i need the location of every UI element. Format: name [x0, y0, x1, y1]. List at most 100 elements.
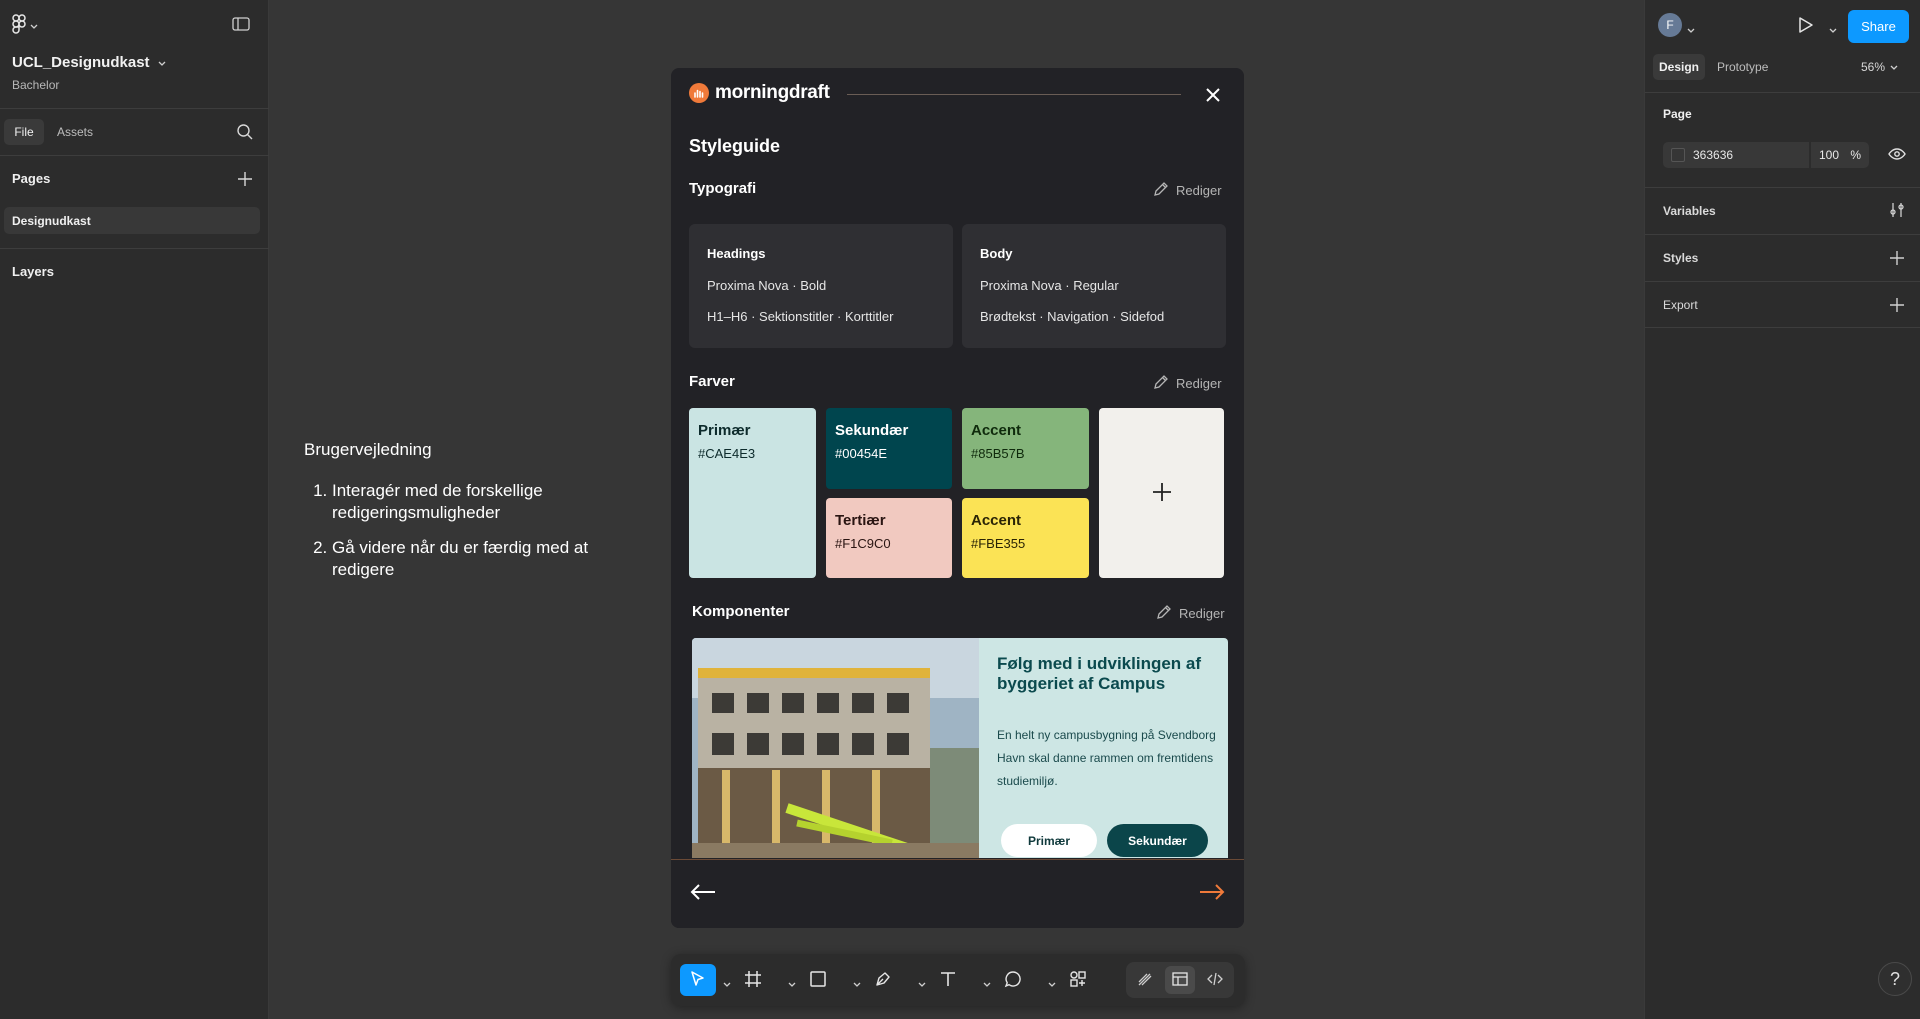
color-swatch-primaer[interactable]: Primær #CAE4E3: [689, 408, 816, 578]
pen-icon: [874, 970, 892, 991]
user-guide-step: Gå videre når du er færdig med at redige…: [332, 537, 612, 581]
eye-icon[interactable]: [1888, 147, 1906, 164]
main-menu-button[interactable]: [12, 13, 52, 37]
typography-card-font: Proxima Nova · Regular: [980, 278, 1119, 293]
project-name: Bachelor: [12, 78, 60, 92]
comment-tool-button[interactable]: [995, 964, 1031, 996]
color-swatch-accent-yellow[interactable]: Accent #FBE355: [962, 498, 1089, 578]
figma-logo-icon: [12, 13, 26, 37]
add-style-icon[interactable]: [1889, 250, 1905, 269]
sidebar-toggle-icon[interactable]: [232, 17, 252, 33]
typography-card-headings: Headings Proxima Nova · Bold H1–H6 · Sek…: [689, 224, 953, 348]
tab-file[interactable]: File: [4, 119, 44, 145]
edit-label: Rediger: [1176, 183, 1222, 198]
page-fill-opacity: 100: [1819, 148, 1840, 162]
zoom-menu[interactable]: 56%: [1861, 54, 1898, 80]
styleguide-frame[interactable]: morningdraft Styleguide Typografi Redige…: [671, 68, 1244, 928]
page-fill-hex: 363636: [1693, 148, 1734, 162]
chevron-down-icon[interactable]: [853, 976, 861, 987]
pencil-icon: [1153, 374, 1169, 393]
frame-tool-button[interactable]: [735, 964, 771, 996]
user-guide-title: Brugervejledning: [304, 440, 432, 459]
component-card: Følg med i udviklingen af byggeriet af C…: [692, 638, 1228, 858]
plus-icon: [1151, 481, 1173, 506]
frame-icon: [744, 970, 762, 991]
text-icon: [939, 970, 957, 991]
pencil-icon: [1156, 604, 1172, 623]
draw-mode-button[interactable]: [1130, 966, 1160, 994]
variables-heading: Variables: [1663, 204, 1716, 218]
typography-card-usage: H1–H6 · Sektionstitler · Korttitler: [707, 309, 894, 324]
arrow-right-icon[interactable]: [1198, 881, 1226, 903]
chevron-down-icon[interactable]: [1687, 22, 1695, 37]
add-page-icon[interactable]: [236, 170, 254, 188]
chevron-down-icon[interactable]: [983, 976, 991, 987]
divider: [0, 155, 269, 156]
page-fill-opacity-field[interactable]: 100 %: [1811, 142, 1869, 168]
arrow-left-icon[interactable]: [689, 881, 717, 903]
swatch-hex: #85B57B: [971, 446, 1025, 461]
add-color-button[interactable]: [1099, 408, 1224, 578]
avatar[interactable]: F: [1658, 13, 1682, 37]
color-swatch-accent-green[interactable]: Accent #85B57B: [962, 408, 1089, 489]
typography-card-title: Headings: [707, 246, 766, 261]
tab-assets[interactable]: Assets: [57, 119, 93, 145]
color-chip: [1671, 148, 1685, 162]
divider: [0, 248, 269, 249]
edit-label: Rediger: [1176, 376, 1222, 391]
header-divider: [847, 94, 1181, 95]
shape-tool-button[interactable]: [800, 964, 836, 996]
pen-tool-button[interactable]: [865, 964, 901, 996]
help-button[interactable]: ?: [1878, 962, 1912, 996]
divider: [1645, 92, 1920, 93]
export-heading: Export: [1663, 298, 1698, 312]
color-swatch-tertiaer[interactable]: Tertiær #F1C9C0: [826, 498, 952, 578]
divider: [0, 108, 269, 109]
edit-typography-button[interactable]: Rediger: [1153, 181, 1222, 200]
text-tool-button[interactable]: [930, 964, 966, 996]
user-guide-steps: Interagér med de forskellige redigerings…: [312, 480, 612, 594]
bottom-toolbar: [671, 954, 1245, 1006]
pages-heading: Pages: [12, 171, 51, 186]
component-card-text: En helt ny campusbygning på Svendborg Ha…: [997, 728, 1216, 788]
divider: [1645, 327, 1920, 328]
section-title-komponenter: Komponenter: [692, 603, 790, 620]
secondary-button[interactable]: Sekundær: [1107, 824, 1208, 857]
chevron-down-icon[interactable]: [918, 976, 926, 987]
edit-colors-button[interactable]: Rediger: [1153, 374, 1222, 393]
design-mode-button[interactable]: [1165, 966, 1195, 994]
typography-card-font: Proxima Nova · Bold: [707, 278, 827, 293]
sunrise-icon: [689, 83, 709, 103]
file-name-menu[interactable]: UCL_Designudkast: [12, 54, 166, 71]
page-fill-color-field[interactable]: 363636: [1663, 142, 1809, 168]
tab-prototype[interactable]: Prototype: [1717, 54, 1768, 80]
color-swatch-sekundaer[interactable]: Sekundær #00454E: [826, 408, 952, 489]
brand-logo: morningdraft: [689, 82, 830, 104]
primary-button[interactable]: Primær: [1001, 824, 1097, 857]
chevron-down-icon[interactable]: [723, 976, 731, 987]
comment-icon: [1004, 970, 1022, 991]
divider: [1645, 281, 1920, 282]
move-tool-button[interactable]: [680, 964, 716, 996]
actions-tool-button[interactable]: [1060, 964, 1096, 996]
divider: [1645, 234, 1920, 235]
search-icon[interactable]: [236, 123, 254, 141]
tab-design[interactable]: Design: [1653, 54, 1705, 80]
swatch-hex: #F1C9C0: [835, 536, 891, 551]
variables-settings-icon[interactable]: [1889, 202, 1905, 221]
dev-mode-button[interactable]: [1200, 966, 1230, 994]
share-button[interactable]: Share: [1848, 10, 1909, 43]
page-item-designudkast[interactable]: Designudkast: [4, 207, 260, 234]
play-icon[interactable]: [1795, 15, 1815, 38]
swatch-name: Sekundær: [835, 422, 909, 439]
chevron-down-icon: [158, 54, 166, 71]
swatch-hex: #CAE4E3: [698, 446, 756, 461]
rectangle-icon: [809, 970, 827, 991]
chevron-down-icon[interactable]: [1829, 22, 1837, 37]
close-icon[interactable]: [1203, 85, 1223, 105]
edit-components-button[interactable]: Rediger: [1156, 604, 1225, 623]
add-export-icon[interactable]: [1889, 297, 1905, 316]
page-section-heading: Page: [1663, 107, 1692, 121]
chevron-down-icon[interactable]: [788, 976, 796, 987]
chevron-down-icon[interactable]: [1048, 976, 1056, 987]
